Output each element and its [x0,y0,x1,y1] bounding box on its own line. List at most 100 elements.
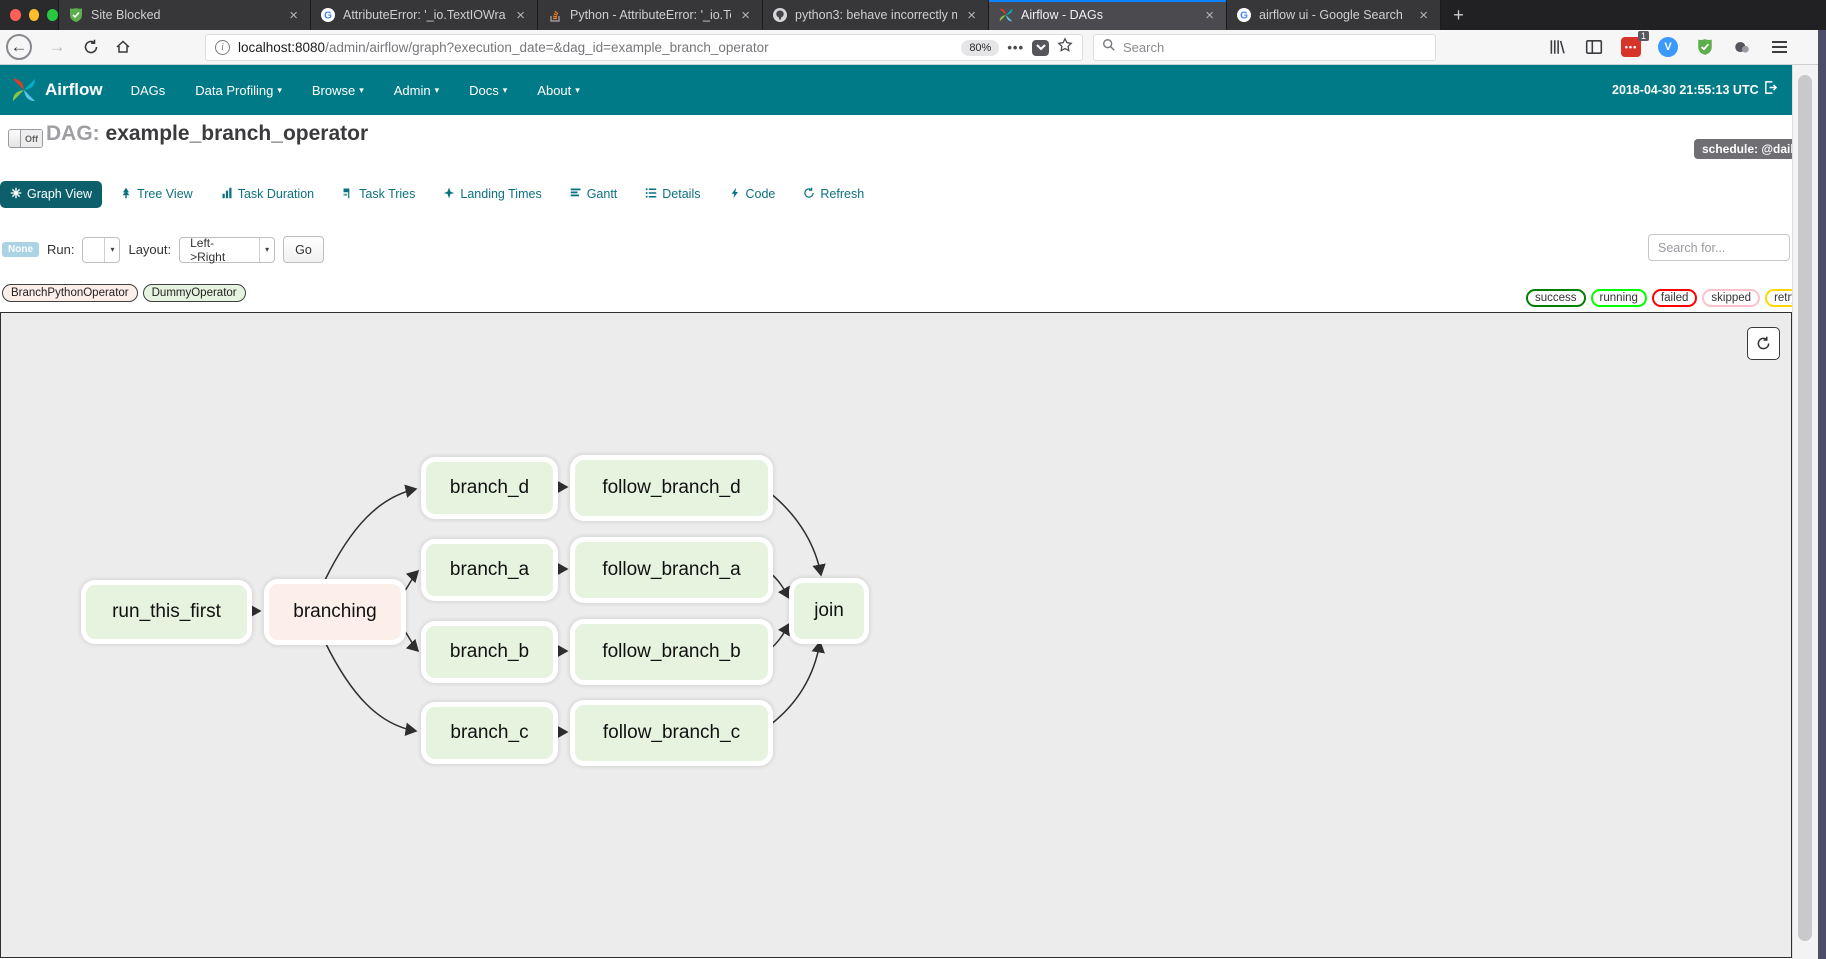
browser-tab-4[interactable]: python3: behave incorrectly mo× [762,0,988,30]
nav-item-docs[interactable]: Docs▾ [469,83,507,98]
graph-refresh-button[interactable] [1747,327,1780,360]
view-tab-refresh[interactable]: Refresh [793,181,874,208]
browser-tab-3[interactable]: Python - AttributeError: '_io.Tex× [537,0,762,30]
tab-close-icon[interactable]: × [1416,6,1431,25]
dag-on-off-toggle[interactable]: Off [8,129,43,148]
nav-item-dags[interactable]: DAGs [131,83,166,98]
plane-icon [443,187,455,202]
url-bar[interactable]: i localhost:8080/admin/airflow/graph?exe… [205,34,1083,61]
scrollbar-thumb[interactable] [1798,75,1812,941]
new-tab-button[interactable]: + [1440,0,1476,30]
refresh-icon [803,187,815,202]
view-tab-graph-view[interactable]: Graph View [0,181,102,208]
dag-node-follow_branch_c[interactable]: follow_branch_c [575,705,768,761]
chevron-down-icon: ▾ [435,85,440,96]
site-info-icon[interactable]: i [215,40,230,55]
view-tab-task-duration[interactable]: Task Duration [211,181,324,208]
view-tab-label: Graph View [27,187,92,201]
forward-button[interactable]: → [44,34,70,60]
task-search-input[interactable] [1648,234,1790,261]
bolt-icon [729,187,741,202]
chevron-down-icon: ▾ [104,238,119,262]
back-button[interactable]: ← [6,34,32,60]
extension-blue-icon[interactable]: V [1656,35,1680,59]
view-tab-code[interactable]: Code [719,181,786,208]
window-minimize-button[interactable] [29,9,40,21]
run-select[interactable]: ▾ [82,237,120,263]
browser-tab-2[interactable]: GAttributeError: '_io.TextIOWrapp× [310,0,537,30]
browser-tab-1[interactable]: Site Blocked× [58,0,310,30]
page-title: DAG: example_branch_operator [46,122,368,146]
view-tab-gantt[interactable]: Gantt [560,181,628,208]
tab-close-icon[interactable]: × [964,6,979,25]
browser-search-input[interactable] [1123,40,1427,55]
view-tab-label: Task Duration [238,187,314,201]
dag-node-join[interactable]: join [794,583,864,639]
search-icon [1102,38,1116,57]
dag-node-branch_a[interactable]: branch_a [426,544,553,596]
library-icon[interactable] [1545,35,1569,59]
tree-icon [120,187,132,202]
nav-item-admin[interactable]: Admin▾ [394,83,439,98]
chevron-down-icon: ▾ [575,85,580,96]
adblock-shield-icon[interactable] [1693,35,1717,59]
status-legend-failed: failed [1652,289,1698,307]
page-actions-icon[interactable]: ••• [1007,40,1024,55]
dag-node-run_this_first[interactable]: run_this_first [86,585,247,639]
view-tab-landing-times[interactable]: Landing Times [433,181,551,208]
utc-clock: 2018-04-30 21:55:13 UTC [1612,83,1759,97]
window-zoom-button[interactable] [47,9,58,21]
pocket-icon[interactable] [1032,40,1049,56]
nav-item-browse[interactable]: Browse▾ [312,83,364,98]
sidebar-icon[interactable] [1582,35,1606,59]
dag-node-branch_d[interactable]: branch_d [426,462,553,514]
shield-icon [68,7,84,23]
privacy-circles-icon[interactable] [1730,35,1754,59]
nav-item-label: Docs [469,83,499,98]
dag-graph-canvas[interactable]: run_this_first branching branch_d branch_ab… [0,312,1792,958]
window-close-button[interactable] [10,9,21,21]
extension-red-icon[interactable]: •••1 [1619,35,1643,59]
airflow-logo-icon [10,76,38,104]
go-button[interactable]: Go [283,236,324,263]
github-icon [772,7,788,23]
dag-node-branch_c[interactable]: branch_c [426,707,553,759]
bookmark-star-icon[interactable] [1057,37,1073,58]
view-tab-label: Details [662,187,700,201]
airflow-brand[interactable]: Airflow [45,80,103,100]
nav-item-about[interactable]: About▾ [537,83,580,98]
chevron-down-icon: ▾ [259,238,274,262]
svg-text:G: G [324,11,332,22]
menu-hamburger-icon[interactable] [1767,35,1791,59]
view-tab-tree-view[interactable]: Tree View [110,181,203,208]
view-tab-details[interactable]: Details [635,181,710,208]
base-date-badge: None [2,242,39,257]
nav-item-data-profiling[interactable]: Data Profiling▾ [195,83,282,98]
layout-label: Layout: [128,242,171,257]
dag-node-follow_branch_a[interactable]: follow_branch_a [575,542,768,598]
tab-close-icon[interactable]: × [738,6,753,25]
tab-close-icon[interactable]: × [1202,6,1217,25]
tab-close-icon[interactable]: × [513,6,528,25]
view-tab-task-tries[interactable]: Task Tries [332,181,425,208]
page-scrollbar[interactable] [1792,65,1818,959]
browser-tab-5[interactable]: Airflow - DAGs× [988,0,1226,30]
view-tab-label: Tree View [137,187,193,201]
dag-node-follow_branch_b[interactable]: follow_branch_b [575,624,768,680]
dag-node-branch_b[interactable]: branch_b [426,626,553,678]
dag-node-branching[interactable]: branching [269,584,401,640]
browser-search-bar[interactable] [1093,34,1436,61]
stackoverflow-icon [547,7,563,23]
run-label: Run: [47,242,74,257]
reload-button[interactable] [78,34,104,60]
layout-select[interactable]: Left->Right▾ [179,237,275,263]
status-legend-skipped: skipped [1702,289,1760,307]
home-button[interactable] [110,34,136,60]
chevron-down-icon: ▾ [359,85,364,96]
zoom-level-badge[interactable]: 80% [961,40,999,56]
logout-icon[interactable] [1763,80,1778,100]
status-legend-success: success [1526,289,1586,307]
tab-close-icon[interactable]: × [286,6,301,25]
dag-node-follow_branch_d[interactable]: follow_branch_d [575,460,768,516]
browser-tab-6[interactable]: Gairflow ui - Google Search× [1226,0,1440,30]
